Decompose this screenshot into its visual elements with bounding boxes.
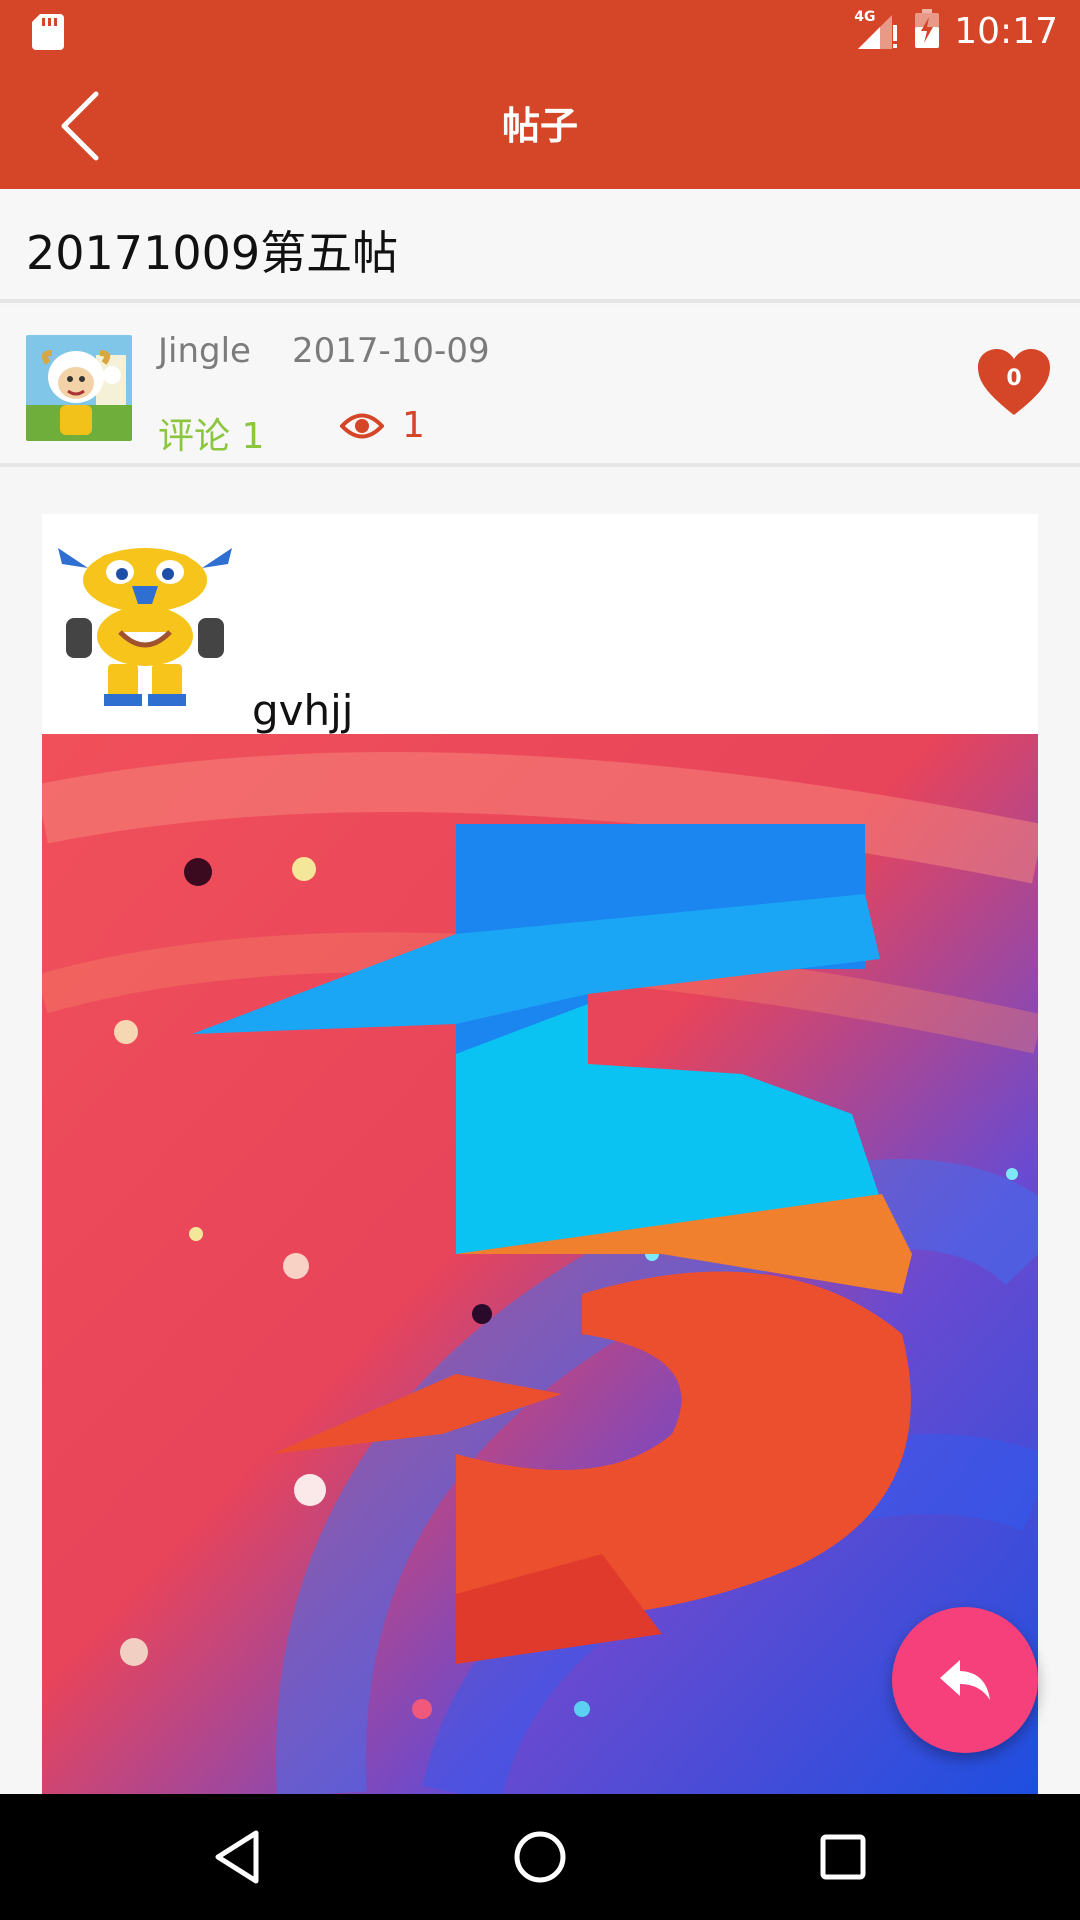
signal-icon: 4G [854,9,900,51]
status-time: 10:17 [954,10,1058,52]
author-name[interactable]: Jingle [158,331,251,371]
battery-icon [914,9,940,53]
nav-recents-button[interactable] [806,1820,880,1894]
post-body-text: gvhjj [252,686,354,735]
page-title: 帖子 [501,104,578,148]
author-avatar[interactable] [26,335,132,441]
post-meta: Jingle 2017-10-09 评论 1 1 0 [0,307,1080,467]
reply-button[interactable] [892,1607,1038,1753]
nav-back-button[interactable] [200,1820,274,1894]
post-title: 20171009第五帖 [26,226,399,280]
system-nav-bar [0,1794,1080,1920]
app-toolbar: 帖子 [0,63,1080,189]
home-circle-icon [514,1831,566,1883]
app-root: 4G 10:17 帖子 20171009第五帖 Jingle 2017-10-0… [0,0,1080,1920]
post-title-row: 20171009第五帖 [0,189,1080,303]
status-icons: 4G 10:17 [854,6,1058,56]
reply-icon [940,1660,990,1700]
chevron-left-icon [61,91,99,161]
views-count: 1 [402,405,425,446]
nav-home-button[interactable] [503,1820,577,1894]
back-triangle-icon [215,1830,259,1884]
like-button[interactable]: 0 [976,347,1052,419]
robot-emoji-icon [48,528,242,708]
comments-count[interactable]: 评论 1 [158,407,264,459]
post-date: 2017-10-09 [292,331,490,371]
views-indicator: 1 [340,405,425,446]
status-bar: 4G 10:17 [0,0,1080,63]
number-five-artwork [42,734,1038,1794]
back-button[interactable] [40,83,120,169]
recents-square-icon [820,1834,866,1880]
sd-card-icon [32,14,64,50]
post-image[interactable] [42,734,1038,1794]
post-content: gvhjj [42,514,1038,1794]
network-type-label: 4G [854,9,876,25]
likes-count: 0 [1006,366,1022,391]
eye-icon [340,413,384,438]
